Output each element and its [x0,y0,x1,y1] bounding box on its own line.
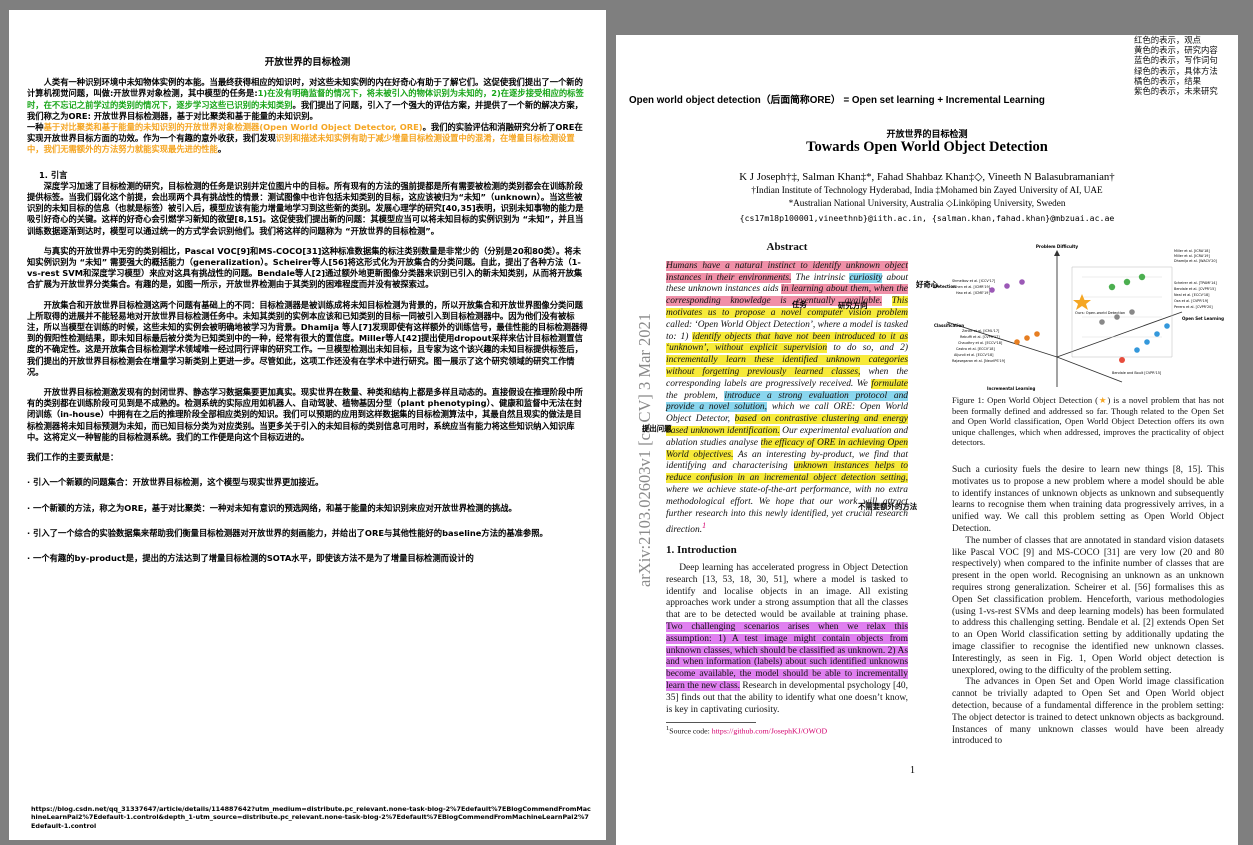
svg-text:Bendale and Boult [CVPR'15]: Bendale and Boult [CVPR'15] [1112,371,1162,375]
svg-text:Incremental Learning: Incremental Learning [987,386,1035,391]
left-section-heading: 1. 引言 [39,169,68,180]
right-paragraph-3: The advances in Open Set and Open World … [952,677,1224,747]
source-url[interactable]: https://blog.csdn.net/qq_31337647/articl… [31,805,591,830]
svg-text:Aljundi et al. [ECCV'18]: Aljundi et al. [ECCV'18] [954,353,994,357]
affiliation-2: *Australian National University, Austral… [788,198,1066,208]
left-page: 开放世界的目标检测 人类有一种识别环境中未知物体实例的本能。当最终获得相应的知识… [9,10,606,840]
svg-text:Ours: Open-world Detection: Ours: Open-world Detection [1075,311,1125,315]
legend-item-blue: 蓝色的表示，写作词句 [1134,55,1218,66]
left-paragraph-4: 开放世界目标检测激发现有的封闭世界、静态学习数据集要更加真实。现实世界在数量、种… [27,387,583,442]
source-code-link[interactable]: https://github.com/JosephKJ/OWOD [712,727,827,736]
svg-text:Dhamija et al. [WACV'20]: Dhamija et al. [WACV'20] [1174,259,1218,263]
legend-item-yellow: 黄色的表示，研究内容 [1134,45,1218,56]
note-formulate: 提出问题 [642,424,672,433]
intro-heading: 1. Introduction [666,544,737,557]
summary-banner: Open world object detection（后面简称ORE） = O… [629,95,1045,106]
right-page: 红色的表示，观点 黄色的表示，研究内容 蓝色的表示，写作词句 绿色的表示，具体方… [616,35,1238,845]
left-page-title: 开放世界的目标检测 [264,57,351,68]
svg-text:Rajasegaran et al. [NeurIPS'19: Rajasegaran et al. [NeurIPS'19] [952,359,1006,363]
arxiv-stamp: arXiv:2103.02603v1 [cs.CV] 3 Mar 2021 [635,312,654,588]
svg-text:Miller et al. [ICRA'18]: Miller et al. [ICRA'18] [1174,249,1210,253]
svg-text:Bendale et al. [CVPR'15]: Bendale et al. [CVPR'15] [1174,287,1216,291]
note-method: 不需要额外的方法 [858,502,918,511]
svg-text:Castro et al. [ECCV'18]: Castro et al. [ECCV'18] [956,347,995,351]
right-paragraph-1: Such a curiosity fuels the desire to lea… [952,465,1224,534]
legend-item-green: 绿色的表示，具体方法 [1134,65,1218,76]
abstract-body: Humans have a natural instinct to identi… [666,260,909,536]
note-task: 任务 [792,300,807,309]
svg-text:Classification: Classification [934,323,964,328]
contribution-item: · 引入一个新颖的问题集合：开放世界目标检测，这个模型与现实世界更加接近。 [27,477,324,488]
svg-text:Chaudhry et al. [ECCV'18]: Chaudhry et al. [ECCV'18] [958,341,1003,345]
legend-item-red: 红色的表示，观点 [1134,35,1201,45]
contribution-item: · 引入了一个综合的实验数据集来帮助我们衡量目标检测器对开放世界的刻画能力，并给… [27,527,548,538]
right-column: Such a curiosity fuels the desire to lea… [952,465,1224,748]
footnote: 1Source code: https://github.com/JosephK… [666,725,828,737]
svg-text:Oza et al. [CVPR'19]: Oza et al. [CVPR'19] [1174,299,1209,303]
affiliation-1: †Indian Institute of Technology Hyderaba… [751,185,1103,195]
figure-1-diagram: Problem Difficulty Detection Classificat… [934,244,1224,391]
paper-title: Towards Open World Object Detection [806,139,1048,155]
orange-highlight-text: 基于对比聚类和基于能量的未知识别的开放世界对象检测器(Open World Ob… [43,122,423,133]
emails: {cs17m18p100001,vineethnb}@iith.ac.in, {… [739,213,1115,223]
contribution-item: · 一个有趣的by-product是，提出的方法达到了增量目标检测的SOTA水平… [27,552,474,563]
intro-paragraph: Deep learning has accelerated progress i… [666,563,908,715]
svg-text:Detection: Detection [934,284,956,289]
svg-text:Rebuffi et al. [CVPR'17]: Rebuffi et al. [CVPR'17] [960,335,1000,339]
left-paragraph-1: 深度学习加速了目标检测的研究，目标检测的任务是识别并定位图片中的目标。所有现有的… [27,180,584,236]
page-number: 1 [910,765,915,776]
left-abstract: 人类有一种识别环境中未知物体实例的本能。当最终获得相应的知识时，对这些未知实例的… [27,77,584,155]
svg-text:Open Set Learning: Open Set Learning [1182,316,1224,321]
legend-item-purple: 紫色的表示，未来研究 [1134,86,1218,97]
color-legend: 红色的表示，观点 黄色的表示，研究内容 蓝色的表示，写作词句 绿色的表示，具体方… [1134,35,1218,96]
contributions-heading: 我们工作的主要贡献是： [27,452,119,463]
left-column: Abstract Humans have a natural instinct … [666,241,909,738]
svg-text:Chen et al. [ICMR'19]: Chen et al. [ICMR'19] [954,285,991,289]
right-paragraph-2: The number of classes that are annotated… [952,535,1224,676]
abstract-heading: Abstract [766,241,808,253]
left-paragraph-3: 开放集合和开放世界目标检测这两个问题有基础上的不同：目标检测器是被训练成将未知目… [27,299,588,377]
svg-text:Problem Difficulty: Problem Difficulty [1036,244,1079,249]
svg-text:Shmelkov et al. [ICCV'17]: Shmelkov et al. [ICCV'17] [952,279,996,283]
left-paragraph-2: 与真实的开放世界中无穷的类别相比，Pascal VOC[9]和MS-COCO[3… [27,245,583,290]
svg-text:Neal et al. [ECCV'18]: Neal et al. [ECCV'18] [1174,293,1210,297]
note-direction: 研究方向 [838,301,868,310]
svg-text:Scheirer et al. [TPAMI'14]: Scheirer et al. [TPAMI'14] [1174,281,1217,285]
authors: K J Joseph†‡, Salman Khan‡*, Fahad Shahb… [739,171,1115,183]
figure-1-caption: Figure 1: Open World Object Detection (★… [952,395,1224,448]
legend-item-orange: 橘色的表示，结果 [1134,75,1201,86]
contribution-item: · 一个新颖的方法，称之为ORE，基于对比聚类：一种对未知有意识的预选网络，和基… [27,502,517,513]
svg-text:Miller et al. [ICRA'19]: Miller et al. [ICRA'19] [1174,254,1210,258]
svg-text:Perera et al. [CVPR'20]: Perera et al. [CVPR'20] [1174,305,1213,309]
svg-text:Zenke et al. [ICML'17]: Zenke et al. [ICML'17] [962,329,1000,333]
svg-text:Hao et al. [ICME'19]: Hao et al. [ICME'19] [956,291,990,295]
